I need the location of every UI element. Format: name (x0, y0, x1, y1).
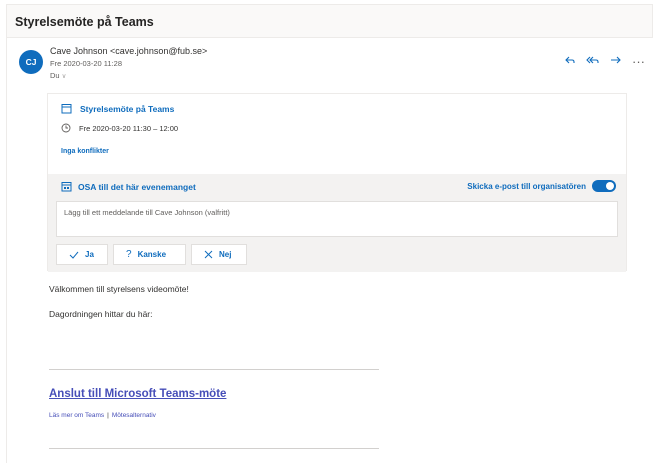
notify-organizer: Skicka e-post till organisatören (467, 180, 616, 192)
divider-bottom (49, 448, 379, 449)
calendar-icon (61, 103, 72, 114)
teams-footer-links: Läs mer om Teams | Mötesalternativ (49, 412, 156, 419)
agenda-text: Dagordningen hittar du här: (49, 309, 153, 319)
rsvp-title: OSA till det här evenemanget (78, 181, 196, 192)
close-icon (204, 250, 213, 259)
notify-organizer-label: Skicka e-post till organisatören (467, 181, 586, 191)
decline-button[interactable]: Nej (191, 244, 247, 265)
meeting-time-row: Fre 2020-03-20 11:30 – 12:00 (61, 123, 178, 133)
learn-more-link[interactable]: Läs mer om Teams (49, 412, 104, 419)
chevron-down-icon[interactable]: ∨ (62, 73, 67, 80)
avatar[interactable]: CJ (19, 50, 43, 74)
mail-item: CJ Cave Johnson <cave.johnson@fub.se> Fr… (6, 38, 653, 463)
recipient-label: Du (50, 71, 60, 80)
accept-button[interactable]: Ja (56, 244, 108, 265)
meeting-title[interactable]: Styrelsemöte på Teams (80, 104, 174, 114)
decline-label: Nej (219, 250, 232, 259)
question-icon: ? (126, 249, 132, 260)
more-options-icon[interactable]: ··· (632, 54, 645, 69)
calendar-reply-icon (61, 181, 72, 192)
forward-icon[interactable] (610, 54, 622, 69)
conflicts-link[interactable]: Inga konflikter (61, 148, 109, 155)
subject-bar: Styrelsemöte på Teams (6, 4, 653, 38)
rsvp-title-row: OSA till det här evenemanget (61, 181, 196, 192)
rsvp-message-input[interactable]: Lägg till ett meddelande till Cave Johns… (56, 201, 618, 237)
reply-all-icon[interactable] (586, 54, 600, 69)
link-separator: | (107, 412, 109, 419)
meeting-details: Styrelsemöte på Teams Fre 2020-03-20 11:… (48, 94, 626, 174)
meeting-title-row[interactable]: Styrelsemöte på Teams (61, 103, 174, 114)
rsvp-panel: OSA till det här evenemanget Skicka e-po… (48, 174, 626, 272)
clock-icon (61, 123, 71, 133)
meeting-options-link[interactable]: Mötesalternativ (112, 412, 156, 419)
join-teams-link[interactable]: Anslut till Microsoft Teams-möte (49, 388, 226, 400)
recipient[interactable]: Du ∨ (50, 71, 66, 80)
sender[interactable]: Cave Johnson <cave.johnson@fub.se> (50, 46, 207, 56)
mail-subject: Styrelsemöte på Teams (15, 15, 154, 29)
tentative-button[interactable]: ? Kanske (113, 244, 186, 265)
tentative-label: Kanske (137, 250, 167, 259)
sent-date: Fre 2020-03-20 11:28 (50, 59, 122, 68)
accept-label: Ja (85, 250, 94, 259)
notify-organizer-toggle[interactable] (592, 180, 616, 192)
meeting-time: Fre 2020-03-20 11:30 – 12:00 (79, 123, 179, 133)
welcome-text: Välkommen till styrelsens videomöte! (49, 284, 189, 294)
rsvp-buttons: Ja ? Kanske Nej (56, 244, 247, 265)
meeting-card: Styrelsemöte på Teams Fre 2020-03-20 11:… (47, 93, 627, 272)
reply-icon[interactable] (564, 54, 576, 69)
divider-top (49, 369, 379, 370)
message-actions: ··· (564, 54, 645, 69)
checkmark-icon (69, 251, 79, 259)
